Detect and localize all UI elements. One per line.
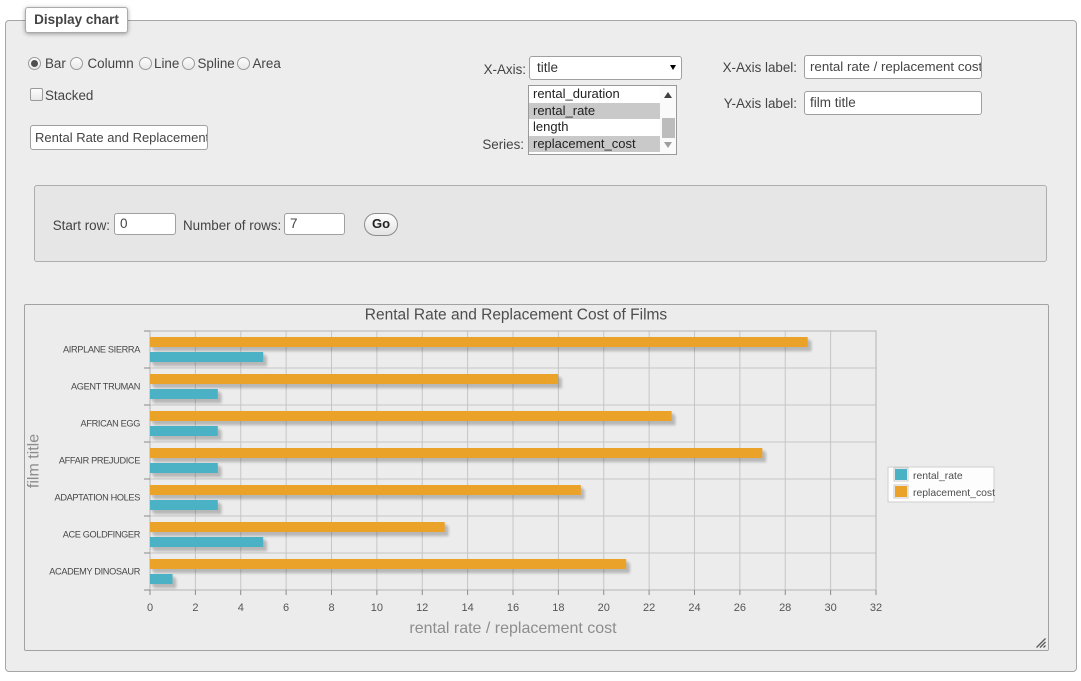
svg-text:16: 16 [507,602,519,614]
svg-text:2: 2 [192,602,198,614]
svg-text:ACADEMY DINOSAUR: ACADEMY DINOSAUR [49,567,140,577]
svg-text:film title: film title [27,434,43,488]
svg-text:rental rate / replacement cost: rental rate / replacement cost [409,620,617,637]
svg-text:22: 22 [643,602,655,614]
svg-text:replacement_cost: replacement_cost [913,488,995,499]
svg-text:30: 30 [824,602,836,614]
svg-text:ACE GOLDFINGER: ACE GOLDFINGER [63,530,141,540]
svg-text:24: 24 [688,602,700,614]
svg-text:28: 28 [779,602,791,614]
svg-text:18: 18 [552,602,564,614]
svg-text:26: 26 [734,602,746,614]
svg-text:6: 6 [283,602,289,614]
svg-text:12: 12 [416,602,428,614]
svg-text:AGENT TRUMAN: AGENT TRUMAN [71,382,140,392]
svg-text:4: 4 [238,602,244,614]
svg-text:32: 32 [870,602,882,614]
svg-text:0: 0 [147,602,153,614]
svg-text:ADAPTATION HOLES: ADAPTATION HOLES [55,493,141,503]
svg-text:rental_rate: rental_rate [913,471,963,482]
svg-text:14: 14 [461,602,473,614]
svg-text:AIRPLANE SIERRA: AIRPLANE SIERRA [63,345,141,355]
svg-text:AFFAIR PREJUDICE: AFFAIR PREJUDICE [59,456,140,466]
svg-text:Rental Rate and Replacement Co: Rental Rate and Replacement Cost of Film… [365,306,668,323]
svg-text:10: 10 [371,602,383,614]
svg-text:AFRICAN EGG: AFRICAN EGG [81,419,141,429]
svg-text:20: 20 [598,602,610,614]
svg-text:8: 8 [328,602,334,614]
